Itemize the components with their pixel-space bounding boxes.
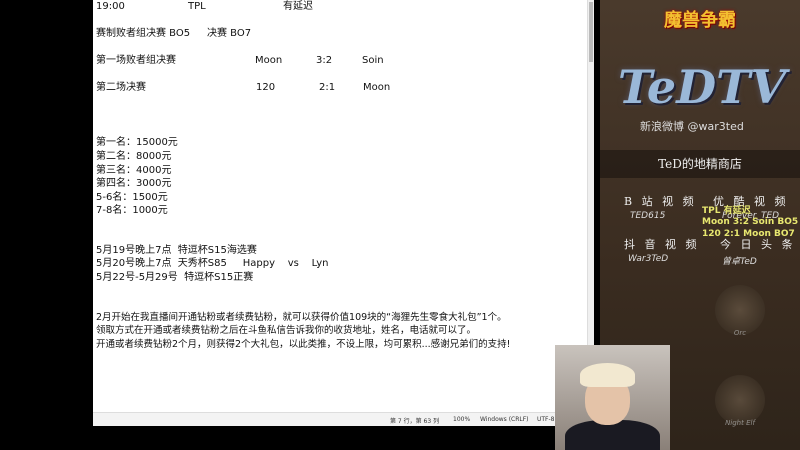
warcraft-logo: 魔兽争霸 [664,10,736,31]
line-ending: Windows (CRLF) [480,416,529,423]
prize: 第一名：15000元 [96,137,178,148]
match2-label: 第二场决赛 [96,82,146,93]
link-value: War3TeD [628,254,669,264]
match2-score: 2:1 [319,82,336,93]
notepad-editor[interactable]: 19:00 TPL 有延迟 赛制败者组决赛 BO5 决赛 BO7 第一场败者组决… [93,0,587,426]
schedule: 5月20号晚上7点 天秀杯S85 Happy vs Lyn [96,258,329,269]
cursor-position: 第 7 行，第 63 列 [390,418,440,425]
prize: 5-6名：1500元 [96,192,168,203]
line-time: 19:00 [96,1,125,12]
match1-label: 第一场败者组决赛 [96,55,176,66]
match2-p2: Moon [363,82,391,93]
encoding: UTF-8 [537,416,555,423]
prize: 第四名：3000元 [96,178,172,189]
match1-score: 3:2 [316,55,333,66]
match1-p2: Soin [362,55,384,66]
status-bar: 第 7 行，第 63 列 100% Windows (CRLF) UTF-8 [93,412,587,426]
match2-p1: 120 [256,82,276,93]
scrollbar-thumb[interactable] [589,2,593,62]
match1-p1: Moon [255,55,283,66]
schedule: 5月22号-5月29号 特逗杯S15正赛 [96,272,254,283]
format-b: 决赛 BO7 [207,28,252,39]
shop-title: TeD的地精商店 [600,150,800,178]
prize: 第三名：4000元 [96,165,172,176]
weibo-handle: 新浪微博 @war3ted [640,120,744,133]
notice: 2月开始在我直播间开通钻粉或者续费钻粉，就可以获得价值109块的“海狸先生零食大… [96,312,507,323]
score-overlay: 120 2:1 Moon BO7 [702,229,795,239]
link-value: 曾卓TeD [722,257,757,267]
prize: 7-8名：1000元 [96,205,168,216]
race-label: Night Elf [725,419,755,427]
night-elf-emblem-icon: Night Elf [715,375,765,427]
streamer-hat [580,363,635,387]
webcam-feed [555,345,670,450]
prize: 第二名：8000元 [96,151,172,162]
link-label: 抖 音 视 频 [624,238,700,251]
line-note: 有延迟 [283,1,313,12]
race-label: Orc [733,329,747,337]
score-overlay: Moon 3:2 Soin BO5 [702,217,799,227]
notice: 领取方式在开通或者续费钻粉之后在斗鱼私信告诉我你的收货地址，姓名，电话就可以了。 [96,325,477,336]
schedule: 5月19号晚上7点 特逗杯S15海选赛 [96,245,257,256]
score-overlay: TPL 有延迟 [702,206,751,216]
notice: 开通或者续费钻粉2个月，则获得2个大礼包，以此类推，不设上限，均可累积...感谢… [96,339,511,350]
zoom-level: 100% [453,416,471,423]
line-event: TPL [188,1,206,12]
orc-emblem-icon: Orc [715,285,765,337]
format-a: 赛制败者组决赛 BO5 [96,28,191,39]
link-value: TED615 [630,211,666,221]
link-label: B 站 视 频 [624,195,697,208]
tedtv-logo: TeDTV [617,60,787,114]
